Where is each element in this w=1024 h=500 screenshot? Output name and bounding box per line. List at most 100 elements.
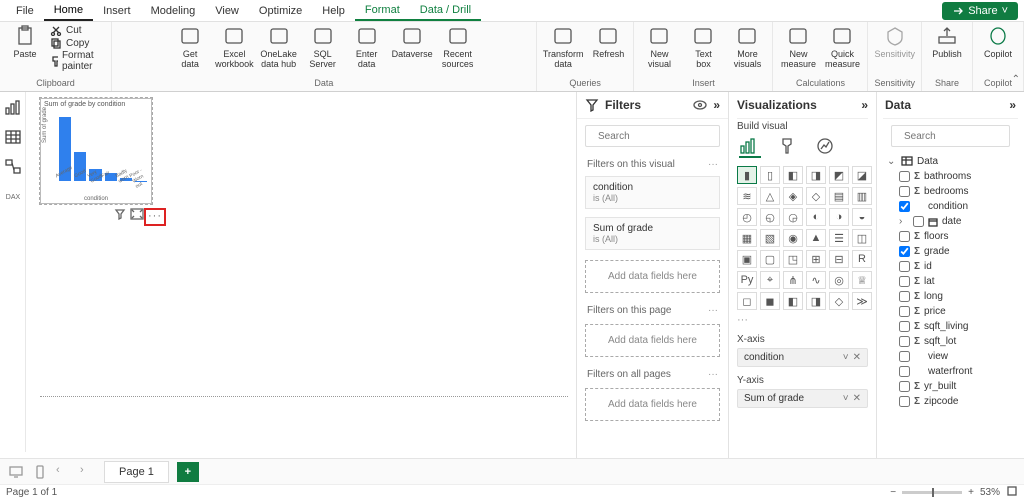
- data-search-input[interactable]: [904, 131, 1024, 142]
- vis-type-17[interactable]: ◒: [852, 208, 872, 226]
- field-checkbox[interactable]: [899, 351, 910, 362]
- vis-type-29[interactable]: R: [852, 250, 872, 268]
- menu-help[interactable]: Help: [312, 2, 355, 20]
- vis-type-36[interactable]: ◻: [737, 292, 757, 310]
- fit-page-icon[interactable]: [1006, 485, 1018, 500]
- vis-type-39[interactable]: ◨: [806, 292, 826, 310]
- zoom-in-icon[interactable]: +: [968, 487, 974, 498]
- field-checkbox[interactable]: [899, 306, 910, 317]
- data-tool-0[interactable]: Getdata: [171, 24, 209, 69]
- vis-type-12[interactable]: ◴: [737, 208, 757, 226]
- menu-view[interactable]: View: [205, 2, 249, 20]
- analytics-tab[interactable]: [815, 136, 837, 158]
- yaxis-well[interactable]: Sum of grade ˅✕: [737, 389, 868, 408]
- data-tool-5[interactable]: Dataverse: [392, 24, 433, 59]
- field-date[interactable]: ›date: [883, 214, 1018, 229]
- field-checkbox[interactable]: [899, 366, 910, 377]
- cut-button[interactable]: Cut: [50, 24, 105, 36]
- field-zipcode[interactable]: Σzipcode: [883, 394, 1018, 409]
- collapse-data-icon[interactable]: »: [1009, 98, 1016, 112]
- xaxis-remove-icon[interactable]: ✕: [853, 352, 861, 363]
- filters-sec-page-more[interactable]: ···: [708, 305, 718, 316]
- publish-button[interactable]: Publish: [928, 24, 966, 59]
- menu-insert[interactable]: Insert: [93, 2, 141, 20]
- filters-sec-visual-more[interactable]: ···: [708, 159, 718, 170]
- menu-data-drill[interactable]: Data / Drill: [410, 1, 481, 21]
- data-search[interactable]: [891, 125, 1010, 147]
- xaxis-dropdown-icon[interactable]: ˅: [843, 352, 849, 363]
- add-page-button[interactable]: +: [177, 462, 199, 482]
- data-tool-4[interactable]: Enterdata: [348, 24, 386, 69]
- vis-type-22[interactable]: ☰: [829, 229, 849, 247]
- page-tab[interactable]: Page 1: [104, 461, 169, 483]
- vis-type-24[interactable]: ▣: [737, 250, 757, 268]
- vis-type-14[interactable]: ◶: [783, 208, 803, 226]
- field-sqft_lot[interactable]: Σsqft_lot: [883, 334, 1018, 349]
- vis-type-11[interactable]: ▥: [852, 187, 872, 205]
- vis-type-8[interactable]: ◈: [783, 187, 803, 205]
- format-visual-tab[interactable]: [777, 136, 799, 158]
- vis-type-10[interactable]: ▤: [829, 187, 849, 205]
- vis-type-25[interactable]: ▢: [760, 250, 780, 268]
- vis-type-0[interactable]: ▮: [737, 166, 757, 184]
- vis-type-1[interactable]: ▯: [760, 166, 780, 184]
- collapse-filters-icon[interactable]: »: [713, 98, 720, 112]
- data-tool-2[interactable]: OneLakedata hub: [260, 24, 298, 69]
- data-tool-1[interactable]: Excelworkbook: [215, 24, 254, 69]
- visual-filter-icon[interactable]: [114, 208, 126, 223]
- field-checkbox[interactable]: [899, 201, 910, 212]
- mobile-layout-icon[interactable]: [32, 464, 48, 480]
- report-view-icon[interactable]: [4, 98, 22, 116]
- field-bedrooms[interactable]: Σbedrooms: [883, 184, 1018, 199]
- vis-type-18[interactable]: ▦: [737, 229, 757, 247]
- collapse-vis-icon[interactable]: »: [861, 98, 868, 112]
- menu-file[interactable]: File: [6, 2, 44, 20]
- field-checkbox[interactable]: [899, 321, 910, 332]
- filters-search-input[interactable]: [598, 131, 730, 142]
- menu-optimize[interactable]: Optimize: [249, 2, 312, 20]
- expand-icon[interactable]: ›: [899, 216, 909, 227]
- data-tool-6[interactable]: Recentsources: [439, 24, 477, 69]
- vis-type-21[interactable]: ▲: [806, 229, 826, 247]
- vis-type-26[interactable]: ◳: [783, 250, 803, 268]
- build-visual-tab[interactable]: [739, 136, 761, 158]
- yaxis-dropdown-icon[interactable]: ˅: [843, 393, 849, 404]
- vis-type-41[interactable]: ≫: [852, 292, 872, 310]
- vis-type-27[interactable]: ⊞: [806, 250, 826, 268]
- vis-type-13[interactable]: ◵: [760, 208, 780, 226]
- dax-view-icon[interactable]: DAX: [4, 188, 22, 206]
- field-yr_built[interactable]: Σyr_built: [883, 379, 1018, 394]
- filters-search[interactable]: [585, 125, 720, 147]
- query-tool-1[interactable]: Refresh: [589, 24, 627, 59]
- vis-type-30[interactable]: Py: [737, 271, 757, 289]
- desktop-layout-icon[interactable]: [8, 464, 24, 480]
- field-waterfront[interactable]: waterfront: [883, 364, 1018, 379]
- field-grade[interactable]: Σgrade: [883, 244, 1018, 259]
- vis-type-9[interactable]: ◇: [806, 187, 826, 205]
- filters-sec-all-more[interactable]: ···: [708, 369, 718, 380]
- vis-type-3[interactable]: ◨: [806, 166, 826, 184]
- page-next-icon[interactable]: ›: [80, 464, 96, 480]
- field-checkbox[interactable]: [899, 231, 910, 242]
- vis-type-38[interactable]: ◧: [783, 292, 803, 310]
- yaxis-remove-icon[interactable]: ✕: [853, 393, 861, 404]
- vis-type-23[interactable]: ◫: [852, 229, 872, 247]
- menu-format[interactable]: Format: [355, 1, 410, 21]
- focus-mode-icon[interactable]: [130, 208, 144, 223]
- field-checkbox[interactable]: [899, 261, 910, 272]
- model-view-icon[interactable]: [4, 158, 22, 176]
- chart-visual[interactable]: Sum of grade by condition Sum of grade A…: [40, 98, 152, 204]
- field-view[interactable]: view: [883, 349, 1018, 364]
- share-button[interactable]: Share ˅: [942, 2, 1018, 20]
- field-lat[interactable]: Σlat: [883, 274, 1018, 289]
- field-checkbox[interactable]: [899, 381, 910, 392]
- vis-type-15[interactable]: ◐: [806, 208, 826, 226]
- eye-icon[interactable]: [693, 98, 707, 112]
- zoom-out-icon[interactable]: −: [890, 487, 896, 498]
- vis-type-37[interactable]: ◼: [760, 292, 780, 310]
- field-checkbox[interactable]: [899, 291, 910, 302]
- format-painter-button[interactable]: Format painter: [50, 50, 105, 72]
- field-checkbox[interactable]: [899, 171, 910, 182]
- data-table-node[interactable]: ⌄ Data: [883, 153, 1018, 169]
- copilot-button[interactable]: Copilot: [979, 24, 1017, 59]
